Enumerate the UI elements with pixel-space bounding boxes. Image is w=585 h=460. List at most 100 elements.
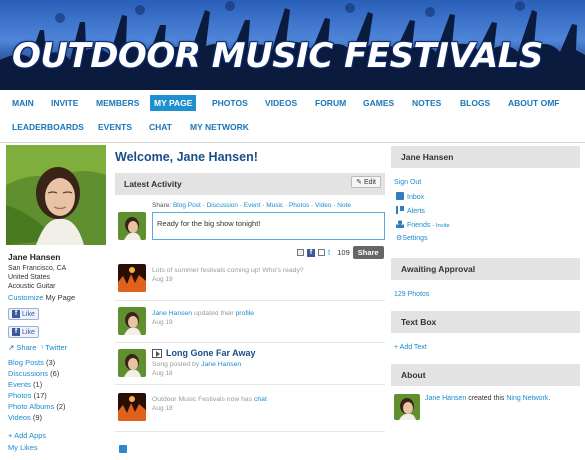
- character-count: 109: [337, 248, 350, 257]
- customize-link[interactable]: Customize: [8, 293, 43, 302]
- song-title[interactable]: Long Gone Far Away: [166, 349, 256, 358]
- inbox-link[interactable]: Inbox: [396, 192, 424, 201]
- feed-actor-link[interactable]: Jane Hansen: [201, 361, 241, 368]
- add-apps-row[interactable]: + Add Apps: [8, 431, 108, 440]
- share-link[interactable]: Share: [16, 343, 36, 352]
- user-avatar-feed[interactable]: [118, 307, 146, 335]
- count-discussions[interactable]: Discussions (6): [8, 368, 108, 379]
- ning-network-link[interactable]: Ning Network: [506, 395, 548, 402]
- nav-divider: [0, 142, 585, 143]
- status-input[interactable]: Ready for the big show tonight!: [152, 212, 385, 240]
- share-type-row: Share: Blog Post · Discussion · Event · …: [152, 202, 352, 209]
- profile-photo[interactable]: [6, 145, 106, 245]
- share-icon: ↗: [8, 343, 15, 352]
- facebook-icon: f: [12, 310, 20, 318]
- nav-videos[interactable]: VIDEOS: [265, 95, 297, 111]
- fb-like-row-2: f Like: [8, 326, 108, 338]
- share-event[interactable]: Event: [244, 202, 261, 209]
- feed-actor-link[interactable]: Jane Hansen: [152, 310, 192, 317]
- nav-blogs[interactable]: BLOGS: [460, 95, 490, 111]
- feed-item-2: Jane Hansen updated their profile Aug 19: [152, 309, 254, 327]
- about-header: About: [391, 364, 580, 386]
- feed-date: Aug 19: [152, 319, 173, 326]
- add-apps-link[interactable]: Add Apps: [14, 431, 46, 440]
- pending-photos-link[interactable]: 129 Photos: [394, 291, 429, 298]
- edit-label: Edit: [363, 179, 376, 186]
- person-icon: [396, 220, 404, 228]
- festival-thumbnail[interactable]: [118, 264, 146, 292]
- invite-link[interactable]: - Invite: [432, 223, 449, 229]
- nav-about-omf[interactable]: ABOUT OMF: [508, 95, 559, 111]
- nav-games[interactable]: GAMES: [363, 95, 394, 111]
- about-text: Jane Hansen created this Ning Network.: [425, 395, 551, 402]
- nav-photos[interactable]: PHOTOS: [212, 95, 248, 111]
- sign-out-link[interactable]: Sign Out: [394, 179, 421, 186]
- activity-header: Latest Activity ✎ Edit: [115, 173, 385, 195]
- nav-leaderboards[interactable]: LEADERBOARDS: [12, 119, 84, 135]
- share-button[interactable]: Share: [352, 246, 384, 259]
- about-title: About: [401, 370, 426, 380]
- site-title[interactable]: OUTDOOR MUSIC FESTIVALS: [12, 36, 543, 76]
- share-note[interactable]: Note: [337, 202, 351, 209]
- feed-divider: [115, 431, 385, 432]
- profile-link[interactable]: profile: [236, 310, 255, 317]
- post-controls: f t 109 Share: [297, 246, 384, 259]
- twitter-icon[interactable]: t: [328, 248, 330, 257]
- user-avatar-small[interactable]: [118, 212, 146, 240]
- count-blog-posts[interactable]: Blog Posts (3): [8, 357, 108, 368]
- user-avatar-feed[interactable]: [118, 349, 146, 377]
- play-icon[interactable]: [152, 349, 162, 358]
- count-events[interactable]: Events (1): [8, 379, 108, 390]
- song-row[interactable]: Long Gone Far Away: [152, 349, 256, 358]
- add-text-link[interactable]: + Add Text: [394, 344, 427, 351]
- nav-invite[interactable]: INVITE: [51, 95, 78, 111]
- nav-my-network[interactable]: MY NETWORK: [190, 119, 249, 135]
- edit-button[interactable]: ✎ Edit: [351, 176, 381, 188]
- alerts-link[interactable]: Alerts: [396, 206, 425, 215]
- pencil-icon: ✎: [356, 179, 362, 186]
- count-videos[interactable]: Videos (9): [8, 412, 108, 423]
- share-blog-post[interactable]: Blog Post: [173, 202, 201, 209]
- twitter-link[interactable]: Twitter: [45, 343, 67, 352]
- my-likes-link[interactable]: My Likes: [8, 443, 108, 452]
- like-label: Like: [22, 310, 35, 318]
- share-video[interactable]: Video: [315, 202, 332, 209]
- activity-title: Latest Activity: [124, 179, 182, 189]
- count-photos[interactable]: Photos (17): [8, 390, 108, 401]
- about-actor-link[interactable]: Jane Hansen: [425, 395, 466, 402]
- share-photos[interactable]: Photos: [289, 202, 309, 209]
- about-avatar[interactable]: [394, 394, 420, 420]
- chat-link[interactable]: chat: [254, 396, 267, 403]
- feed-actor: Outdoor Music Festivals: [152, 396, 225, 403]
- friends-link[interactable]: Friends - Invite: [396, 220, 450, 229]
- checkbox-network[interactable]: [297, 249, 304, 256]
- inbox-icon: [396, 192, 404, 200]
- settings-link[interactable]: ⚙Settings: [396, 234, 428, 242]
- feed-divider: [115, 342, 385, 343]
- nav-forum[interactable]: FORUM: [315, 95, 346, 111]
- facebook-like-button[interactable]: f Like: [8, 308, 39, 320]
- nav-my-page[interactable]: MY PAGE: [150, 95, 197, 111]
- festival-thumbnail[interactable]: [118, 393, 146, 421]
- share-music[interactable]: Music: [266, 202, 283, 209]
- profile-sidebar: Jane Hansen San Francisco, CA United Sta…: [8, 252, 108, 452]
- nav-notes[interactable]: NOTES: [412, 95, 441, 111]
- awaiting-approval-title: Awaiting Approval: [401, 264, 476, 274]
- feed-item-4: Outdoor Music Festivals now has chat Aug…: [152, 395, 267, 413]
- checkbox-twitter[interactable]: [318, 249, 325, 256]
- share-discussion[interactable]: Discussion: [207, 202, 238, 209]
- facebook-like-button-2[interactable]: f Like: [8, 326, 39, 338]
- nav-members[interactable]: MEMBERS: [96, 95, 139, 111]
- nav-events[interactable]: EVENTS: [98, 119, 132, 135]
- nav-chat[interactable]: CHAT: [149, 119, 172, 135]
- rss-icon[interactable]: [119, 445, 127, 453]
- facebook-share-icon[interactable]: f: [307, 248, 315, 257]
- share-label: Share:: [152, 202, 172, 209]
- main-column: Welcome, Jane Hansen! Latest Activity ✎ …: [115, 150, 385, 453]
- feed-date: Aug 19: [152, 276, 173, 283]
- twitter-icon: ᵗ: [41, 343, 44, 352]
- awaiting-approval-header: Awaiting Approval: [391, 258, 580, 280]
- profile-details: San Francisco, CA United States Acoustic…: [8, 264, 108, 291]
- nav-main[interactable]: MAIN: [12, 95, 34, 111]
- count-photo-albums[interactable]: Photo Albums (2): [8, 401, 108, 412]
